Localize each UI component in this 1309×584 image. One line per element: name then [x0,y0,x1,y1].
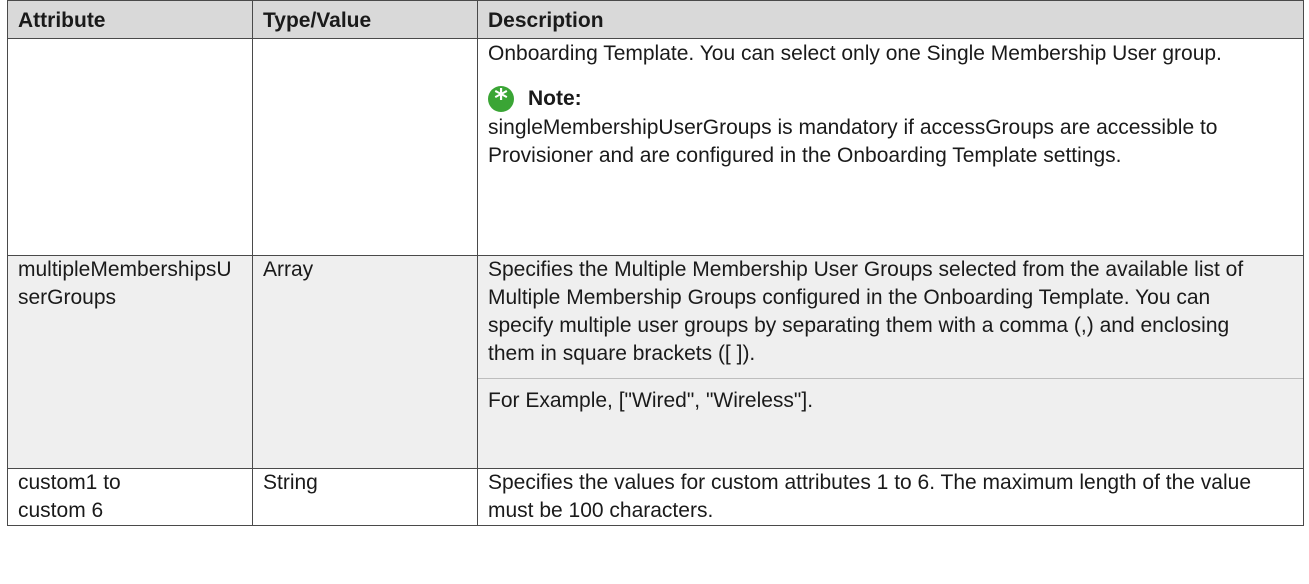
cell-attribute [7,38,253,256]
table-row: multipleMembershipsUserGroups Array Spec… [7,255,1304,469]
cell-description: Onboarding Template. You can select only… [477,38,1304,256]
column-header-attribute: Attribute [7,0,253,39]
cell-type: String [252,468,478,526]
note-header: * Note: [488,84,1293,114]
note-label: Note: [528,87,582,110]
table-header-row: Attribute Type/Value Description [7,0,1304,39]
asterisk-icon: * [488,86,514,112]
description-text: Specifies the Multiple Membership User G… [488,258,1244,365]
description-text: Specifies the values for custom attribut… [488,471,1252,522]
table-row: Onboarding Template. You can select only… [7,38,1304,256]
cell-attribute: custom1 to custom 6 [7,468,253,526]
attribute-name: custom1 to custom 6 [18,471,121,522]
attributes-table: Attribute Type/Value Description Onboard… [7,0,1304,526]
cell-attribute: multipleMembershipsUserGroups [7,255,253,469]
cell-description: Specifies the Multiple Membership User G… [477,255,1304,469]
example-text: For Example, ["Wired", "Wireless"]. [488,389,814,412]
table-row: custom1 to custom 6 String Specifies the… [7,468,1304,526]
cell-description: Specifies the values for custom attribut… [477,468,1304,526]
cell-type: Array [252,255,478,469]
column-header-description: Description [477,0,1304,39]
description-example: For Example, ["Wired", "Wireless"]. [478,378,1303,415]
cell-type [252,38,478,256]
note-text: singleMembershipUserGroups is mandatory … [488,116,1218,167]
description-text: Onboarding Template. You can select only… [488,42,1222,65]
attribute-name: multipleMembershipsUserGroups [18,258,232,309]
note-block: * Note: singleMembershipUserGroups is ma… [488,84,1293,170]
column-header-type: Type/Value [252,0,478,39]
